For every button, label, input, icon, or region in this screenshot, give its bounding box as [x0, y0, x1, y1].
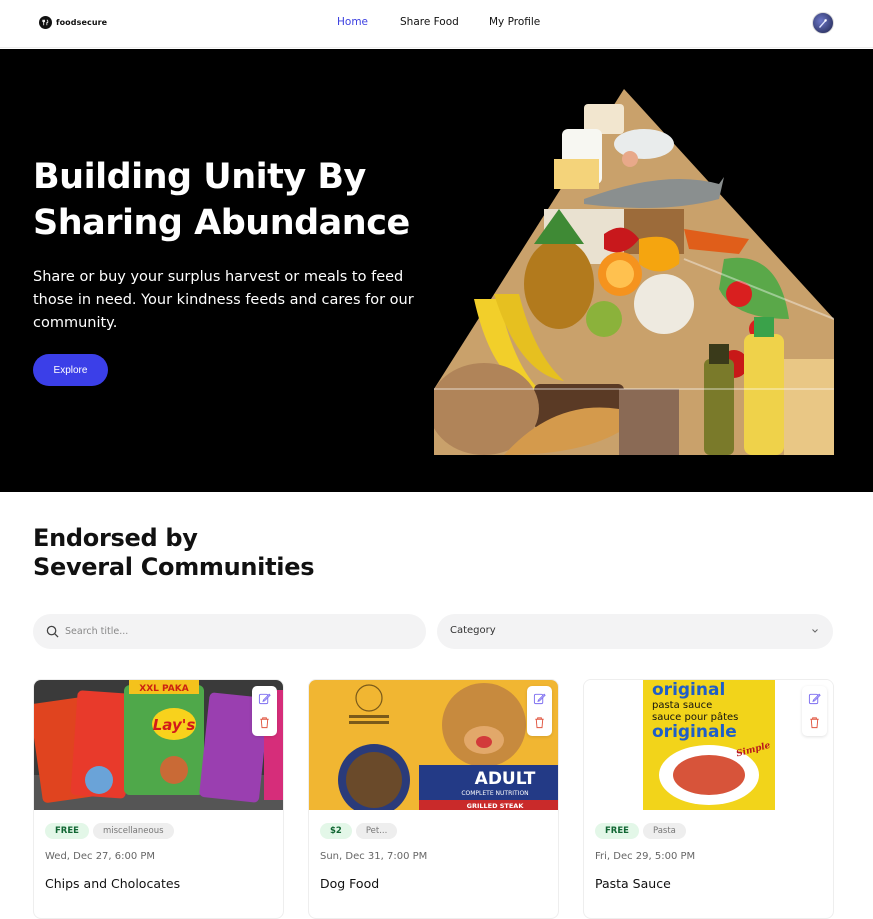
search-icon: [46, 625, 59, 638]
explore-button[interactable]: Explore: [33, 354, 108, 386]
card-tools: [802, 686, 827, 736]
food-card[interactable]: ADULT COMPLETE NUTRITION GRILLED STEAK $…: [308, 679, 559, 919]
edit-icon[interactable]: [533, 692, 546, 705]
card2-flavor-text: GRILLED STEAK: [467, 802, 525, 810]
card-tools: [527, 686, 552, 736]
card1-banner-text: XXL PAKA: [139, 684, 188, 694]
nav-home-link[interactable]: Home: [337, 16, 368, 28]
category-tag: Pet...: [355, 823, 398, 839]
trash-icon[interactable]: [533, 716, 546, 729]
card-image: original pasta sauce sauce pour pâtes or…: [584, 680, 833, 810]
category-tag: Pasta: [642, 823, 686, 839]
section-title: Endorsed by Several Communities: [33, 524, 433, 582]
search-bar[interactable]: [33, 614, 426, 649]
card3-line1: original: [652, 680, 725, 700]
card-date: Sun, Dec 31, 7:00 PM: [320, 851, 428, 862]
card-image: XXL PAKA Lay's: [34, 680, 283, 810]
food-pyramid-image: [434, 89, 834, 455]
category-tag: miscellaneous: [92, 823, 174, 839]
brand-name: foodsecure: [56, 18, 108, 27]
edit-icon[interactable]: [808, 692, 821, 705]
edit-icon[interactable]: [258, 692, 271, 705]
food-card[interactable]: original pasta sauce sauce pour pâtes or…: [583, 679, 834, 919]
category-select-label: Category: [450, 625, 496, 636]
card3-line2: pasta sauce: [652, 700, 712, 711]
card-tags: FREE miscellaneous: [45, 823, 174, 839]
nav-share-food-link[interactable]: Share Food: [400, 16, 459, 28]
search-input[interactable]: [65, 614, 415, 649]
card3-line4: originale: [652, 722, 737, 742]
hero-title: Building Unity By Sharing Abundance: [33, 157, 410, 243]
category-select[interactable]: Category: [437, 614, 833, 649]
avatar-icon: [819, 19, 827, 28]
card-tags: FREE Pasta: [595, 823, 686, 839]
card2-badge-text: ADULT: [475, 769, 536, 789]
top-navbar: foodsecure Home Share Food My Profile: [0, 0, 873, 48]
trash-icon[interactable]: [258, 716, 271, 729]
avatar[interactable]: [812, 12, 834, 34]
card-title[interactable]: Chips and Cholocates: [45, 876, 180, 891]
brand-logo[interactable]: foodsecure: [39, 16, 107, 29]
card-date: Fri, Dec 29, 5:00 PM: [595, 851, 696, 862]
card-image: ADULT COMPLETE NUTRITION GRILLED STEAK: [309, 680, 558, 810]
trash-icon[interactable]: [808, 716, 821, 729]
card-date: Wed, Dec 27, 6:00 PM: [45, 851, 156, 862]
section-title-line2: Several Communities: [33, 553, 315, 581]
price-tag: $2: [320, 823, 352, 839]
card-tags: $2 Pet...: [320, 823, 398, 839]
card-title[interactable]: Dog Food: [320, 876, 379, 891]
price-tag: FREE: [595, 823, 639, 839]
brand-logo-icon: [39, 16, 52, 29]
hero-subtitle: Share or buy your surplus harvest or mea…: [33, 269, 414, 331]
food-card[interactable]: XXL PAKA Lay's FREE miscellaneous Wed, D…: [33, 679, 284, 919]
card1-brand-text: Lay's: [153, 716, 196, 734]
card2-sub-text: COMPLETE NUTRITION: [461, 790, 528, 797]
section-title-line1: Endorsed by: [33, 524, 198, 552]
card-tools: [252, 686, 277, 736]
nav-my-profile-link[interactable]: My Profile: [489, 16, 540, 28]
chevron-down-icon: [812, 629, 818, 633]
price-tag: FREE: [45, 823, 89, 839]
card-title[interactable]: Pasta Sauce: [595, 876, 671, 891]
hero-section: Building Unity By Sharing Abundance Shar…: [0, 49, 873, 492]
